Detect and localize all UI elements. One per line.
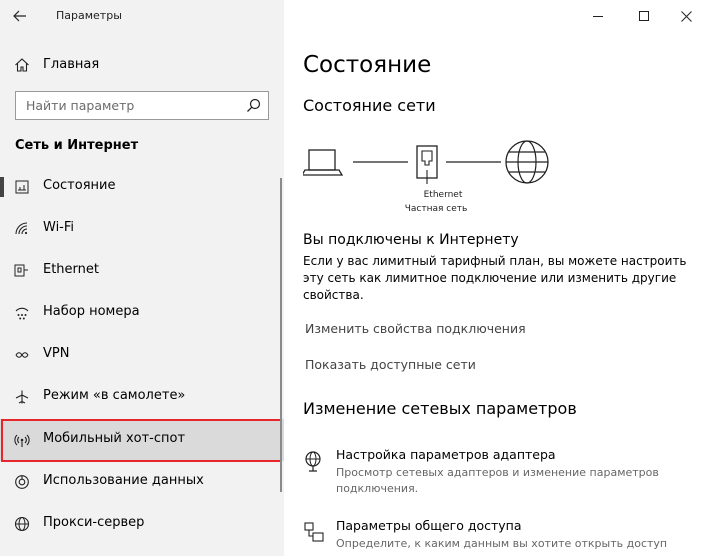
sidebar-item-label: Режим «в самолете» xyxy=(43,388,186,403)
airplane-icon xyxy=(15,390,29,404)
sidebar-item-label: Прокси-сервер xyxy=(43,515,145,530)
vpn-icon xyxy=(15,352,29,358)
section-title: Сеть и Интернет xyxy=(15,138,139,153)
sidebar-item-label: Использование данных xyxy=(43,473,204,488)
home-label: Главная xyxy=(43,57,100,72)
sidebar: Параметры Главная Сеть и Интернет Состоя… xyxy=(0,0,284,556)
laptop-icon xyxy=(303,149,344,176)
show-networks-link[interactable]: Показать доступные сети xyxy=(305,357,476,372)
sidebar-item-label: Ethernet xyxy=(43,262,99,277)
app-title: Параметры xyxy=(56,9,122,22)
sidebar-item-ethernet[interactable]: Ethernet xyxy=(0,250,284,292)
change-properties-link[interactable]: Изменить свойства подключения xyxy=(305,321,526,336)
ethernet-port-icon xyxy=(416,145,438,184)
page-title: Состояние xyxy=(303,52,432,78)
sidebar-scrollbar[interactable] xyxy=(280,178,282,492)
minimize-button[interactable] xyxy=(578,0,618,32)
sidebar-item-vpn[interactable]: VPN xyxy=(0,334,284,376)
sidebar-item-mobile-hotspot[interactable]: Мобильный хот-спот xyxy=(0,419,284,461)
adapter-icon xyxy=(305,451,321,472)
home-icon xyxy=(15,58,29,72)
sidebar-item-dialup[interactable]: Набор номера xyxy=(0,292,284,334)
connection-status-text: Вы подключены к Интернету xyxy=(303,232,519,248)
sidebar-item-status[interactable]: Состояние xyxy=(0,166,284,208)
sharing-icon xyxy=(304,522,324,542)
sidebar-item-label: Мобильный хот-спот xyxy=(43,431,186,446)
maximize-button[interactable] xyxy=(624,0,664,32)
sharing-settings-item[interactable]: Параметры общего доступа Определите, к к… xyxy=(303,518,698,556)
close-icon xyxy=(680,10,692,22)
dialup-icon xyxy=(15,307,29,320)
network-status-title: Состояние сети xyxy=(303,96,436,115)
main-content: Состояние Состояние сети Ethernet Частна… xyxy=(284,0,706,556)
settings-window: Параметры Главная Сеть и Интернет Состоя… xyxy=(0,0,706,556)
sidebar-item-wifi[interactable]: Wi-Fi xyxy=(0,208,284,250)
sidebar-item-label: VPN xyxy=(43,346,70,361)
minimize-icon xyxy=(592,15,603,17)
sidebar-item-airplane[interactable]: Режим «в самолете» xyxy=(0,376,284,418)
hotspot-icon xyxy=(14,434,30,447)
sharing-settings-description: Определите, к каким данным вы хотите отк… xyxy=(336,537,668,550)
sidebar-item-label: Состояние xyxy=(43,178,116,193)
close-button[interactable] xyxy=(666,0,706,32)
sidebar-item-proxy[interactable]: Прокси-сервер xyxy=(0,503,284,545)
adapter-settings-item[interactable]: Настройка параметров адаптера Просмотр с… xyxy=(303,447,698,497)
status-icon xyxy=(15,180,29,194)
change-settings-title: Изменение сетевых параметров xyxy=(303,399,577,418)
back-button[interactable] xyxy=(6,4,34,28)
wifi-icon xyxy=(15,222,28,235)
ethernet-icon xyxy=(14,264,28,277)
adapter-settings-description: Просмотр сетевых адаптеров и изменение п… xyxy=(336,466,659,495)
back-arrow-icon xyxy=(13,10,26,22)
search-icon[interactable] xyxy=(246,98,261,113)
sidebar-item-data-usage[interactable]: Использование данных xyxy=(0,461,284,503)
network-type: Частная сеть xyxy=(404,204,468,214)
sidebar-item-label: Набор номера xyxy=(43,304,140,319)
sidebar-item-label: Wi-Fi xyxy=(43,220,75,235)
sharing-settings-title: Параметры общего доступа xyxy=(336,518,522,533)
search-input[interactable] xyxy=(16,92,236,119)
title-bar: Параметры xyxy=(0,0,284,32)
connection-description: Если у вас лимитный тарифный план, вы мо… xyxy=(303,254,687,302)
adapter-name: Ethernet xyxy=(423,190,463,200)
search-box[interactable] xyxy=(15,91,269,120)
home-link[interactable]: Главная xyxy=(0,50,284,80)
adapter-settings-title: Настройка параметров адаптера xyxy=(336,447,556,462)
maximize-icon xyxy=(638,10,649,21)
data-usage-icon xyxy=(15,475,29,489)
globe-icon xyxy=(14,516,30,532)
internet-globe-icon xyxy=(505,140,549,184)
